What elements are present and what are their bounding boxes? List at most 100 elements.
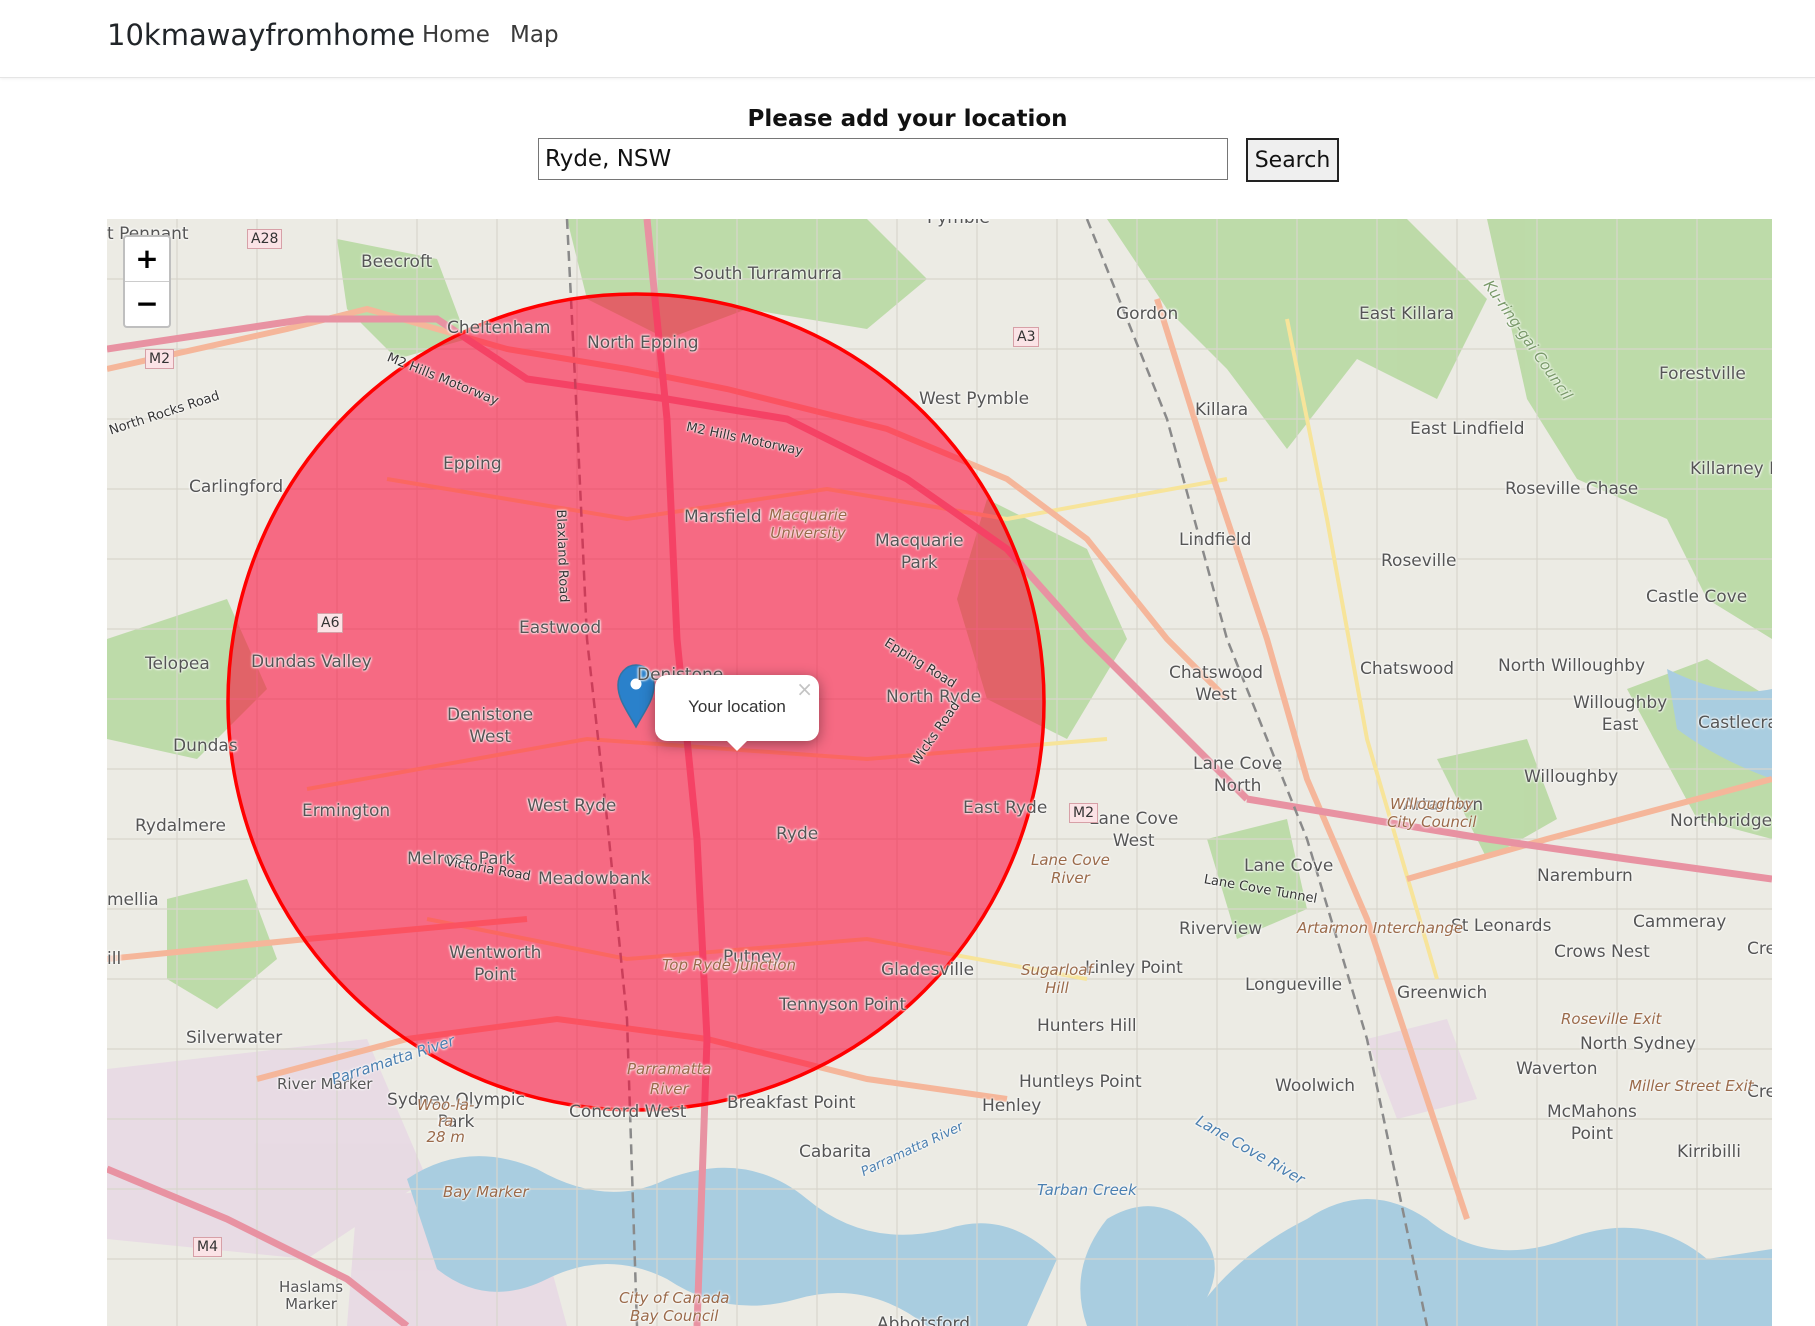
place-label: North Sydney [1580, 1034, 1696, 1054]
place-label: Gladesville [881, 960, 975, 980]
place-label: St Leonards [1451, 916, 1552, 936]
place-label: South Turramurra [693, 264, 842, 284]
place-label: West Pymble [919, 389, 1030, 409]
close-icon[interactable]: × [796, 677, 813, 701]
place-label: Macquarie Park [875, 531, 964, 573]
place-label: Cabarita [799, 1142, 872, 1162]
place-label: Lindfield [1179, 530, 1252, 550]
zoom-control: + − [123, 235, 171, 328]
place-label: Beecroft [361, 252, 433, 272]
place-label: Woolwich [1275, 1076, 1356, 1096]
place-label: Naremburn [1537, 866, 1633, 886]
road-shield: A3 [1013, 327, 1040, 347]
nav-home-link[interactable]: Home [422, 22, 490, 48]
place-label: Hunters Hill [1037, 1016, 1137, 1036]
place-label: ill [107, 949, 122, 969]
feature-label: Bay Marker [443, 1183, 529, 1201]
place-label: Killara [1195, 400, 1249, 420]
form-title: Please add your location [747, 106, 1068, 132]
place-label: Willoughby [1524, 767, 1619, 787]
road-shield: M4 [193, 1237, 222, 1257]
place-label: Greenwich [1397, 983, 1488, 1003]
place-label: Dundas Valley [251, 652, 372, 672]
road-label: Blaxland Road [552, 509, 572, 603]
navbar: 10kmawayfromhome Home Map [0, 0, 1815, 78]
road-shield: A28 [247, 229, 283, 249]
place-label: Killarney H [1690, 459, 1772, 479]
feature-label: Lane Cove River [1031, 851, 1110, 887]
road-shield: M2 [1069, 803, 1098, 823]
place-label: mellia [107, 890, 159, 910]
feature-label: Willoughby City Council [1387, 795, 1477, 831]
feature-label: Haslams Marker [279, 1278, 344, 1313]
place-label: Abbotsford [877, 1314, 971, 1326]
location-input[interactable] [538, 138, 1228, 180]
map-container[interactable]: Pymble t Pennant Beecroft South Turramur… [107, 219, 1772, 1326]
place-label: East Lindfield [1410, 419, 1525, 439]
place-label: Northbridge [1670, 811, 1772, 831]
place-label: Chatswood West [1169, 663, 1264, 705]
place-label: Marsfield [684, 507, 762, 527]
place-label: Henley [982, 1096, 1042, 1116]
place-label: Carlingford [189, 477, 284, 497]
place-label: North Willoughby [1498, 656, 1646, 676]
zoom-in-button[interactable]: + [125, 237, 169, 282]
place-label: Linley Point [1085, 958, 1183, 978]
place-label: Lane Cove West [1089, 809, 1179, 851]
place-label: Waverton [1516, 1059, 1598, 1079]
search-button[interactable]: Search [1246, 138, 1339, 182]
popup-tip [725, 739, 749, 751]
place-label: Ermington [302, 801, 391, 821]
place-label: Cre [1747, 939, 1772, 959]
place-label: Meadowbank [538, 869, 651, 889]
place-label: North Epping [587, 333, 699, 353]
place-label: Roseville [1381, 551, 1457, 571]
place-label: West Ryde [527, 796, 617, 816]
place-label: Denistone West [447, 705, 534, 747]
place-label: Rydalmere [135, 816, 226, 836]
place-label: East Killara [1359, 304, 1455, 324]
feature-label: Top Ryde Junction [662, 956, 797, 974]
feature-label: Woo-la- ra 28 m [417, 1096, 475, 1146]
place-label: Roseville Chase [1505, 479, 1639, 499]
feature-label: Roseville Exit [1561, 1010, 1662, 1028]
place-label: McMahons Point [1547, 1102, 1637, 1144]
place-label: Cheltenham [447, 318, 551, 338]
place-label: Gordon [1116, 304, 1179, 324]
place-label: Dundas [173, 736, 238, 756]
feature-label: Parramatta River [627, 1060, 712, 1098]
place-label: Tennyson Point [779, 995, 907, 1015]
place-label: Ryde [776, 824, 819, 844]
place-label: Pymble [927, 219, 990, 229]
place-label: Cammeray [1633, 912, 1727, 932]
place-label: Willoughby East [1573, 693, 1668, 735]
place-label: Kirribilli [1677, 1142, 1741, 1162]
place-label: Lane Cove [1244, 856, 1334, 876]
road-shield: M2 [145, 349, 174, 369]
place-label: Riverview [1179, 919, 1263, 939]
place-label: Chatswood [1360, 659, 1455, 679]
place-label: Lane Cove North [1193, 754, 1283, 796]
place-label: Silverwater [186, 1028, 283, 1048]
place-label: Longueville [1245, 975, 1343, 995]
brand-link[interactable]: 10kmawayfromhome [107, 18, 415, 52]
feature-label: City of Canada Bay Council [619, 1289, 730, 1325]
zoom-out-button[interactable]: − [125, 282, 169, 326]
place-label: Concord West [569, 1102, 687, 1122]
place-label: Breakfast Point [727, 1093, 856, 1113]
location-popup: Your location × [655, 675, 819, 741]
place-label: Crows Nest [1554, 942, 1650, 962]
popup-text: Your location [688, 697, 786, 716]
nav-map-link[interactable]: Map [510, 22, 559, 48]
feature-label: Tarban Creek [1037, 1181, 1137, 1199]
place-label: East Ryde [963, 798, 1048, 818]
place-label: Wentworth Point [449, 943, 542, 985]
place-label: Forestville [1659, 364, 1746, 384]
place-label: Telopea [145, 654, 210, 674]
feature-label: Miller Street Exit [1629, 1077, 1754, 1095]
place-label: Huntleys Point [1019, 1072, 1142, 1092]
road-shield: A6 [317, 613, 344, 633]
place-label: Castlecra [1698, 713, 1772, 733]
place-label: Eastwood [519, 618, 602, 638]
place-label: North Ryde [886, 687, 982, 707]
